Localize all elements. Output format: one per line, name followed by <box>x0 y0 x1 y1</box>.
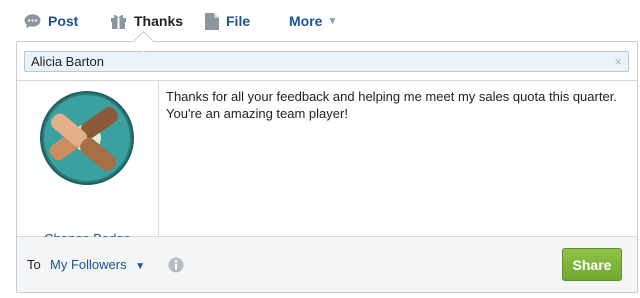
gift-icon <box>110 13 127 29</box>
chevron-down-icon: ▼ <box>135 261 146 272</box>
thanks-body: Change Badge Thanks for all your feedbac… <box>17 80 637 246</box>
tab-thanks[interactable]: Thanks <box>110 10 183 32</box>
speech-bubble-icon <box>24 13 41 29</box>
thanks-composer: Alicia Barton × Change Badge Thanks for … <box>16 41 638 293</box>
share-button[interactable]: Share <box>562 248 622 281</box>
composer-footer: To My Followers ▼ Share <box>17 237 637 292</box>
clear-icon[interactable]: × <box>614 52 622 71</box>
tab-more-label: More <box>289 13 323 29</box>
tab-thanks-label: Thanks <box>134 13 184 29</box>
recipient-field[interactable]: Alicia Barton × <box>24 51 629 72</box>
thanks-message[interactable]: Thanks for all your feedback and helping… <box>166 88 631 122</box>
tab-file[interactable]: File <box>205 10 250 32</box>
audience-value: My Followers <box>50 257 127 272</box>
audience-dropdown[interactable]: My Followers ▼ <box>50 257 145 272</box>
info-icon[interactable] <box>168 257 184 278</box>
tab-post-label: Post <box>48 13 79 29</box>
chevron-down-icon: ▼ <box>327 15 338 27</box>
recipient-value: Alicia Barton <box>31 54 104 69</box>
tab-more[interactable]: More ▼ <box>289 10 337 32</box>
publisher-tabs: Post Thanks File More ▼ <box>0 0 640 42</box>
badge-column: Change Badge <box>17 81 159 246</box>
teamwork-badge-icon <box>40 91 134 185</box>
tab-file-label: File <box>226 13 251 29</box>
to-label: To <box>27 257 41 272</box>
file-icon <box>205 12 219 30</box>
tab-post[interactable]: Post <box>24 10 78 32</box>
